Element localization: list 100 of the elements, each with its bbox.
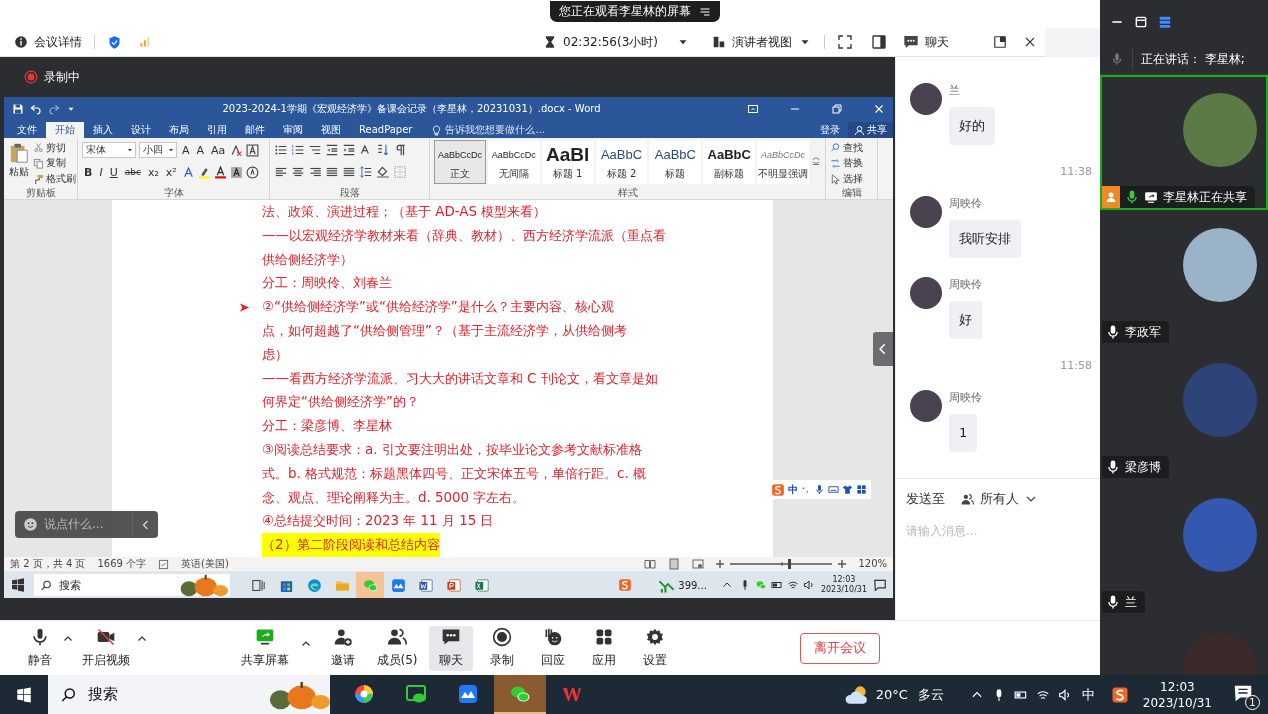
redo-icon[interactable] xyxy=(48,102,60,115)
enclosed-character-icon[interactable] xyxy=(245,165,259,179)
style-option[interactable]: AaBbCcDc 不明显强调 xyxy=(757,140,809,184)
highlighter-icon[interactable] xyxy=(197,165,211,179)
style-option[interactable]: AaBbCcDc 无间隔 xyxy=(487,140,540,184)
distributed-icon[interactable] xyxy=(342,165,356,179)
search-field[interactable]: 搜索 xyxy=(34,574,230,596)
language-indicator[interactable]: 英语(美国) xyxy=(181,557,229,571)
camera-off-button[interactable]: 开启视频 xyxy=(76,625,136,671)
fullscreen-icon[interactable] xyxy=(837,34,853,50)
ribbon-tab[interactable]: ReadPaper xyxy=(350,122,422,138)
proofing-icon[interactable] xyxy=(158,558,170,570)
ribbon-tab[interactable]: 视图 xyxy=(312,122,350,138)
paste-button[interactable]: 粘贴 xyxy=(8,140,30,187)
format-button[interactable]: B xyxy=(82,165,95,179)
web-layout-icon[interactable] xyxy=(692,558,705,570)
font-size-dropdown[interactable]: 小四 xyxy=(139,142,177,158)
restore-icon[interactable] xyxy=(1134,15,1148,29)
style-option[interactable]: AaBbC 标题 2 xyxy=(595,140,648,184)
add-person-button[interactable]: 邀请 xyxy=(321,625,365,671)
undo-icon[interactable] xyxy=(30,102,42,115)
notification-button[interactable]: 1 xyxy=(1230,679,1260,710)
format-button[interactable]: abc xyxy=(122,167,143,177)
list-view-icon[interactable] xyxy=(1158,15,1172,29)
align-right-icon[interactable] xyxy=(308,165,322,179)
replace-button[interactable]: 替换 xyxy=(830,157,863,170)
leave-meeting-button[interactable]: 离开会议 xyxy=(800,632,880,664)
taskbar-item-label[interactable]: 399... xyxy=(678,579,707,591)
ribbon-tab[interactable]: 布局 xyxy=(160,122,198,138)
multilevel-list-icon[interactable] xyxy=(308,143,322,157)
taskbar-clock[interactable]: 12:03 2023/10/31 xyxy=(1142,678,1212,711)
ribbon-options-icon[interactable] xyxy=(747,102,759,115)
sidebar-toggle-icon[interactable] xyxy=(871,34,887,50)
format-button[interactable]: x² xyxy=(163,165,179,179)
format-painter-button[interactable]: 格式刷 xyxy=(33,173,76,186)
character-border-icon[interactable] xyxy=(246,143,260,157)
battery-icon[interactable] xyxy=(770,579,783,591)
temperature[interactable]: 20°C xyxy=(875,687,908,702)
ribbon-tab[interactable]: 邮件 xyxy=(236,122,274,138)
find-button[interactable]: 查找 xyxy=(830,141,863,154)
share-button[interactable]: 共享 xyxy=(848,122,893,138)
font-size-button[interactable]: Aa xyxy=(209,143,228,157)
font-size-button[interactable]: A xyxy=(180,143,192,157)
chat-button[interactable]: 聊天 xyxy=(429,625,473,671)
read-mode-icon[interactable] xyxy=(644,558,657,570)
close-icon[interactable] xyxy=(1023,35,1037,49)
ribbon-tab[interactable]: 插入 xyxy=(84,122,122,138)
hand-smile-button[interactable]: 回应 xyxy=(531,625,575,671)
paragraph-mark-icon[interactable] xyxy=(393,143,407,157)
character-shading-icon[interactable] xyxy=(229,165,243,179)
menu-icon[interactable] xyxy=(699,5,711,18)
style-option[interactable]: AaBbC 副标题 xyxy=(703,140,756,184)
input-method-icon[interactable] xyxy=(618,578,633,592)
people-button[interactable]: 成员(5) xyxy=(372,625,422,671)
ribbon-tab[interactable]: 审阅 xyxy=(274,122,312,138)
style-option[interactable]: AaBbCcDc 正文 xyxy=(434,140,486,184)
wifi-icon[interactable] xyxy=(786,579,799,591)
cut-button[interactable]: 剪切 xyxy=(33,141,76,154)
input-method-icon[interactable] xyxy=(1110,685,1129,704)
weather-condition[interactable]: 多云 xyxy=(917,685,944,704)
text-effects-icon[interactable] xyxy=(181,165,195,179)
view-mode-dropdown[interactable]: 演讲者视图 xyxy=(732,33,792,51)
select-button[interactable]: 选择 xyxy=(830,173,863,186)
format-button[interactable]: U xyxy=(107,165,120,179)
apps-grid-button[interactable]: 应用 xyxy=(582,625,626,671)
volume-icon[interactable] xyxy=(1057,687,1072,702)
ribbon-tab[interactable]: 开始 xyxy=(46,122,84,138)
ribbon-tab[interactable]: 引用 xyxy=(198,122,236,138)
taskbar-clock[interactable]: 12:03 2023/10/31 xyxy=(820,575,867,595)
search-field[interactable]: 搜索 xyxy=(48,675,330,714)
tell-me-search[interactable]: 告诉我您想要做什么... xyxy=(431,122,545,138)
align-left-icon[interactable] xyxy=(274,165,288,179)
close-icon[interactable] xyxy=(873,102,885,115)
volume-icon[interactable] xyxy=(802,579,815,591)
panel-collapse-handle[interactable] xyxy=(873,332,893,366)
ribbon-tab[interactable]: 设计 xyxy=(122,122,160,138)
recipient-dropdown[interactable]: 所有人 xyxy=(980,490,1019,508)
decrease-indent-icon[interactable] xyxy=(325,143,339,157)
sign-in-link[interactable]: 登录 xyxy=(812,122,848,138)
notification-icon[interactable] xyxy=(873,578,887,592)
font-size-button[interactable]: A xyxy=(194,143,207,157)
style-option[interactable]: AaBl 标题 1 xyxy=(541,140,594,184)
format-button[interactable]: x₂ xyxy=(145,165,161,179)
increase-indent-icon[interactable] xyxy=(342,143,356,157)
input-mode-indicator[interactable]: 中 xyxy=(1081,685,1095,704)
windows-logo-icon[interactable] xyxy=(10,577,26,593)
style-option[interactable]: AaBbC 标题 xyxy=(649,140,702,184)
zoom-slider-icon[interactable] xyxy=(716,558,847,570)
copy-button[interactable]: 复制 xyxy=(33,157,76,170)
print-layout-icon[interactable] xyxy=(668,558,681,570)
font-color-icon[interactable] xyxy=(213,165,227,179)
format-button[interactable]: I xyxy=(97,165,105,179)
pop-out-icon[interactable] xyxy=(993,35,1007,49)
screen-share-button[interactable]: 共享屏幕 xyxy=(237,625,293,671)
windows-logo-icon[interactable] xyxy=(15,685,33,704)
align-center-icon[interactable] xyxy=(291,165,305,179)
comment-field[interactable]: 说点什么... xyxy=(15,511,158,538)
word-count[interactable]: 1669 个字 xyxy=(97,557,147,571)
microphone-button[interactable]: 静音 xyxy=(18,625,62,671)
ribbon-tab[interactable]: 文件 xyxy=(8,122,46,138)
